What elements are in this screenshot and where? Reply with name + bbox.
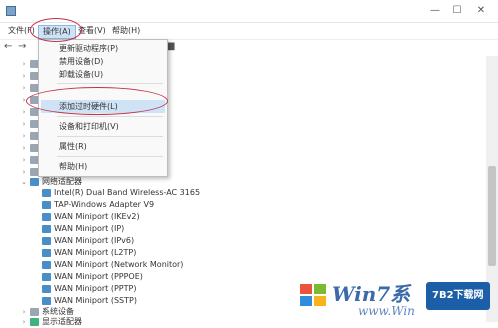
menu-item-uninstall-device[interactable]: 卸载设备(U) bbox=[41, 68, 165, 81]
windows-flag-icon bbox=[300, 284, 326, 306]
menu-item-update-driver[interactable]: 更新驱动程序(P) bbox=[41, 42, 165, 55]
network-adapter-icon bbox=[42, 189, 51, 197]
network-adapter-icon bbox=[42, 237, 51, 245]
title-bar: — ☐ ✕ bbox=[0, 0, 498, 23]
menu-item-devices-and-printers[interactable]: 设备和打印机(V) bbox=[41, 120, 165, 133]
menu-separator bbox=[57, 156, 163, 157]
adapter-row[interactable]: Intel(R) Dual Band Wireless-AC 3165 bbox=[0, 187, 484, 199]
network-adapter-icon bbox=[42, 213, 51, 221]
menu-item-disable-device[interactable]: 禁用设备(D) bbox=[41, 55, 165, 68]
expand-icon[interactable]: › bbox=[20, 316, 28, 328]
adapter-row[interactable]: TAP-Windows Adapter V9 bbox=[0, 199, 484, 211]
network-adapter-icon bbox=[30, 178, 39, 186]
adapter-row[interactable]: WAN Miniport (Network Monitor) bbox=[0, 259, 484, 271]
system-device-icon bbox=[30, 308, 39, 316]
adapter-label: WAN Miniport (L2TP) bbox=[54, 248, 137, 257]
back-arrow-icon[interactable]: ← bbox=[4, 41, 12, 52]
adapter-row[interactable]: WAN Miniport (IKEv2) bbox=[0, 211, 484, 223]
watermark-logo: Win7系 www.Win 7B2下载网 bbox=[298, 276, 498, 322]
adapter-row[interactable]: WAN Miniport (L2TP) bbox=[0, 247, 484, 259]
adapter-label: WAN Miniport (IP) bbox=[54, 224, 125, 233]
watermark-badge: 7B2下载网 bbox=[426, 282, 490, 310]
adapter-label: TAP-Windows Adapter V9 bbox=[54, 200, 155, 209]
annotation-circle-add-hardware bbox=[26, 87, 168, 115]
expand-icon[interactable]: › bbox=[20, 118, 28, 130]
watermark-brand: Win7系 bbox=[332, 282, 411, 306]
forward-arrow-icon[interactable]: → bbox=[18, 41, 26, 52]
maximize-button[interactable]: ☐ bbox=[448, 4, 466, 18]
adapter-label: WAN Miniport (Network Monitor) bbox=[54, 260, 184, 269]
watermark-url: www.Win bbox=[358, 304, 415, 318]
close-button[interactable]: ✕ bbox=[472, 4, 490, 18]
expand-icon[interactable]: › bbox=[20, 130, 28, 142]
menu-separator bbox=[57, 116, 163, 117]
display-adapter-icon bbox=[30, 318, 39, 326]
network-adapter-icon bbox=[42, 297, 51, 305]
watermark-badge-text: 7B2下载网 bbox=[432, 290, 484, 301]
menu-item-help[interactable]: 帮助(H) bbox=[41, 160, 165, 173]
adapter-row[interactable]: WAN Miniport (IPv6) bbox=[0, 235, 484, 247]
menu-help[interactable]: 帮助(H) bbox=[108, 25, 144, 37]
expand-icon[interactable]: › bbox=[20, 70, 28, 82]
network-adapter-icon bbox=[42, 273, 51, 281]
scrollbar-thumb[interactable] bbox=[488, 166, 496, 266]
menu-separator bbox=[57, 83, 163, 84]
network-adapter-icon bbox=[42, 285, 51, 293]
adapter-row[interactable]: WAN Miniport (IP) bbox=[0, 223, 484, 235]
network-adapter-icon bbox=[42, 201, 51, 209]
adapter-label: WAN Miniport (PPTP) bbox=[54, 284, 137, 293]
menu-item-properties[interactable]: 属性(R) bbox=[41, 140, 165, 153]
adapter-label: WAN Miniport (IKEv2) bbox=[54, 212, 140, 221]
minimize-button[interactable]: — bbox=[426, 4, 444, 18]
adapter-label: WAN Miniport (IPv6) bbox=[54, 236, 135, 245]
annotation-circle-action-menu bbox=[30, 18, 82, 42]
expand-icon[interactable]: › bbox=[20, 58, 28, 70]
expand-icon[interactable]: › bbox=[20, 106, 28, 118]
menu-separator bbox=[57, 136, 163, 137]
network-adapter-icon bbox=[42, 261, 51, 269]
device-manager-icon bbox=[6, 6, 16, 16]
network-adapter-icon bbox=[42, 225, 51, 233]
tree-category-label: 显示适配器 bbox=[42, 317, 82, 326]
expand-icon[interactable]: › bbox=[20, 142, 28, 154]
expand-icon[interactable]: › bbox=[20, 154, 28, 166]
adapter-label: WAN Miniport (PPPOE) bbox=[54, 272, 143, 281]
network-adapter-icon bbox=[42, 249, 51, 257]
adapter-label: Intel(R) Dual Band Wireless-AC 3165 bbox=[54, 188, 201, 197]
expand-icon[interactable]: › bbox=[20, 82, 28, 94]
